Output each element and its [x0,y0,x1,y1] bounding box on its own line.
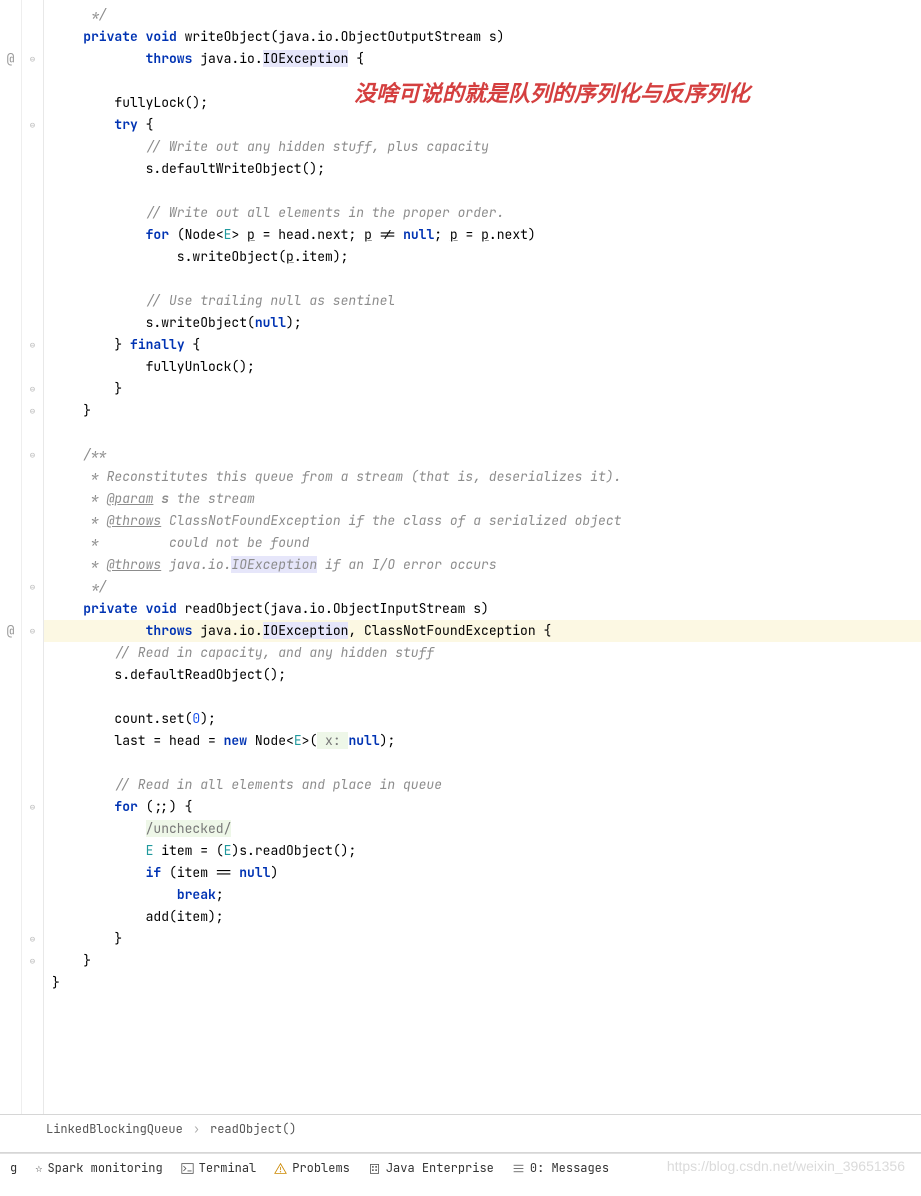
code-line: // Use trailing null as sentinel [44,290,921,312]
code-line: for (Node<E> p = head.next; p != null; p… [44,224,921,246]
code-line: } [44,400,921,422]
code-line: } [44,950,921,972]
fold-gutter: ⊖ ⊖ ⊖⊖⊖ ⊖ ⊖⊖ ⊖ ⊖⊖ [22,0,44,1114]
code-line: */ [44,576,921,598]
code-line: */ [44,4,921,26]
code-line: try { [44,114,921,136]
code-line: private void writeObject(java.io.ObjectO… [44,26,921,48]
code-line: } [44,972,921,994]
code-line: } [44,928,921,950]
fold-icon[interactable]: ⊖ [22,796,43,818]
building-icon [368,1162,381,1175]
fold-icon[interactable]: ⊖ [22,928,43,950]
warning-icon [274,1162,287,1175]
code-editor[interactable]: @ @ ⊖ ⊖ ⊖⊖⊖ ⊖ ⊖⊖ ⊖ ⊖⊖ 没啥可说的就是队列的序列化与反序列化… [0,0,921,1114]
fold-icon[interactable]: ⊖ [22,334,43,356]
code-line: count.set(0); [44,708,921,730]
code-line: throws java.io.IOException, ClassNotFoun… [44,620,921,642]
code-line: * @throws java.io.IOException if an I/O … [44,554,921,576]
fold-icon[interactable]: ⊖ [22,576,43,598]
truncated-item[interactable]: g [10,1160,17,1176]
terminal-tool[interactable]: Terminal [181,1160,257,1176]
marker-gutter: @ @ [0,0,22,1114]
code-line: fullyUnlock(); [44,356,921,378]
code-line: fullyLock(); [44,92,921,114]
fold-icon[interactable]: ⊖ [22,444,43,466]
code-line [44,422,921,444]
code-area[interactable]: 没啥可说的就是队列的序列化与反序列化 */ private void write… [44,0,921,1114]
breadcrumb-class[interactable]: LinkedBlockingQueue [46,1121,183,1137]
fold-icon[interactable]: ⊖ [22,378,43,400]
fold-icon[interactable]: ⊖ [22,950,43,972]
spark-monitoring-tool[interactable]: ☆ Spark monitoring [35,1160,162,1176]
star-icon: ☆ [35,1160,42,1176]
terminal-icon [181,1162,194,1175]
code-line [44,180,921,202]
fold-icon[interactable]: ⊖ [22,400,43,422]
breadcrumb-separator: › [193,1121,200,1137]
code-line: private void readObject(java.io.ObjectIn… [44,598,921,620]
tool-window-bar: g ☆ Spark monitoring Terminal Problems J… [0,1153,921,1182]
code-line: throws java.io.IOException { [44,48,921,70]
code-line: s.writeObject(null); [44,312,921,334]
messages-tool[interactable]: 0: Messages [512,1160,609,1176]
code-line [44,70,921,92]
code-line: break; [44,884,921,906]
breadcrumb-method[interactable]: readObject() [210,1121,296,1137]
code-line: // Read in capacity, and any hidden stuf… [44,642,921,664]
code-line: } [44,378,921,400]
code-line: // Write out all elements in the proper … [44,202,921,224]
override-marker[interactable]: @ [7,620,15,642]
list-icon [512,1162,525,1175]
code-line: // Read in all elements and place in que… [44,774,921,796]
code-line [44,268,921,290]
code-line: /** [44,444,921,466]
code-line: * could not be found [44,532,921,554]
problems-tool[interactable]: Problems [274,1160,350,1176]
code-line: E item = (E)s.readObject(); [44,840,921,862]
code-line: add(item); [44,906,921,928]
code-line: s.defaultWriteObject(); [44,158,921,180]
code-line: } finally { [44,334,921,356]
panel-divider [0,1143,921,1153]
fold-icon[interactable]: ⊖ [22,620,43,642]
override-marker[interactable]: @ [7,48,15,70]
code-line: s.defaultReadObject(); [44,664,921,686]
code-line [44,686,921,708]
code-line: for (;;) { [44,796,921,818]
code-line: s.writeObject(p.item); [44,246,921,268]
fold-icon[interactable]: ⊖ [22,114,43,136]
code-line [44,752,921,774]
code-line: /unchecked/ [44,818,921,840]
code-line: * @throws ClassNotFoundException if the … [44,510,921,532]
code-line: // Write out any hidden stuff, plus capa… [44,136,921,158]
java-enterprise-tool[interactable]: Java Enterprise [368,1160,494,1176]
code-line: if (item == null) [44,862,921,884]
breadcrumb[interactable]: LinkedBlockingQueue › readObject() [0,1114,921,1143]
code-line: * @param s the stream [44,488,921,510]
code-line: * Reconstitutes this queue from a stream… [44,466,921,488]
fold-icon[interactable]: ⊖ [22,48,43,70]
code-line: last = head = new Node<E>( x: null); [44,730,921,752]
